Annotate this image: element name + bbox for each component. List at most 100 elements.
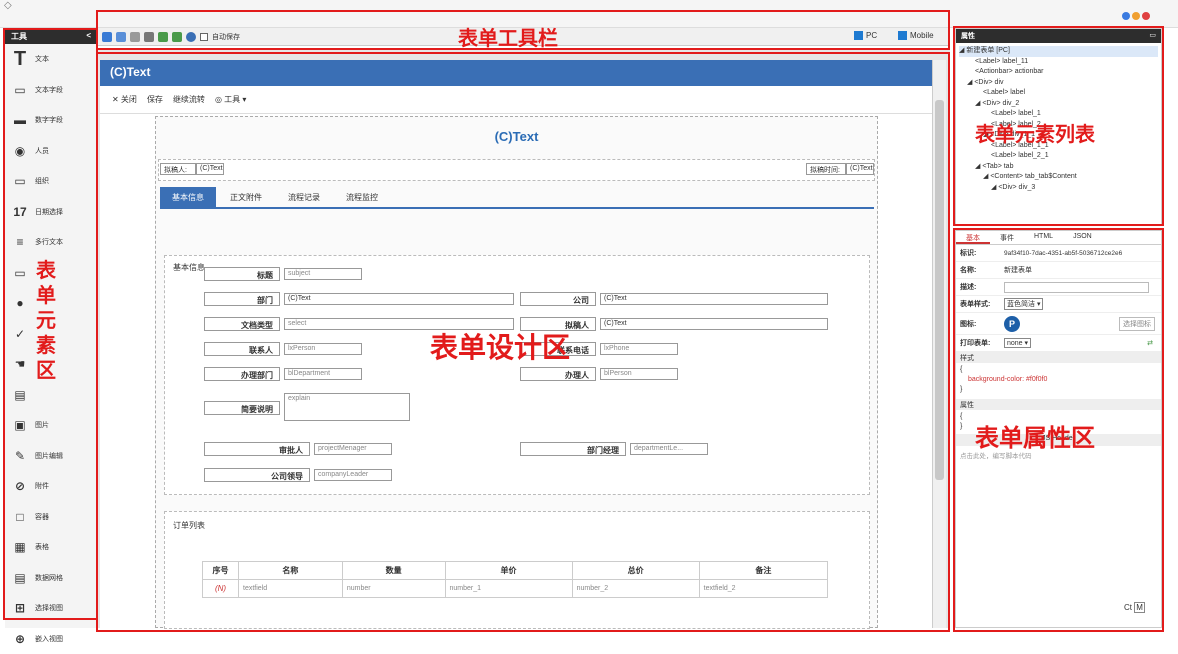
tree-node[interactable]: ◢ 新建表单 [PC] [959, 46, 1158, 57]
remark-cell[interactable]: textfield_2 [699, 580, 827, 598]
footer-ct[interactable]: Ct [1124, 603, 1132, 612]
price-cell[interactable]: number_1 [445, 580, 572, 598]
title-label: 标题 [204, 267, 280, 281]
close-button[interactable]: ✕ 关闭 [112, 94, 137, 105]
tool-item[interactable]: ✎图片编辑 [5, 441, 97, 472]
tool-label: 组织 [35, 176, 49, 186]
leader-field[interactable]: companyLeader [314, 469, 392, 481]
tab-attachment[interactable]: 正文附件 [218, 187, 274, 207]
tool-item[interactable]: T文本 [5, 44, 97, 75]
tab-flow-record[interactable]: 流程记录 [276, 187, 332, 207]
maximize-dot-icon[interactable] [1132, 12, 1140, 20]
form-page[interactable]: (C)Text 拟稿人: (C)Text 拟稿时间: (C)Text 基本信息 … [155, 116, 878, 628]
save-icon[interactable] [116, 32, 126, 42]
form-icon: P [1004, 316, 1020, 332]
tool-item[interactable]: ⊕嵌入视图 [5, 624, 97, 654]
print-select[interactable]: none ▾ [1004, 338, 1031, 348]
footer-m[interactable]: M [1134, 602, 1145, 613]
import-icon[interactable] [158, 32, 168, 42]
tree-node[interactable]: ◢ <Content> tab_tab$Content [959, 172, 1158, 183]
choose-icon-button[interactable]: 选择图标 [1119, 317, 1155, 331]
pc-icon [854, 31, 863, 40]
tool-item[interactable]: ≡多行文本 [5, 227, 97, 258]
company-field[interactable]: (C)Text [600, 293, 828, 305]
close-dot-icon[interactable] [1142, 12, 1150, 20]
tree-node[interactable]: ◢ <Tab> tab [959, 162, 1158, 173]
mobile-mode-button[interactable]: Mobile [898, 31, 934, 40]
css-open: { [960, 365, 1157, 375]
tree-node[interactable]: <Label> label [959, 88, 1158, 99]
tool-item[interactable]: ◉人员 [5, 136, 97, 167]
desc-field[interactable]: explain [284, 393, 410, 421]
total-cell[interactable]: number_2 [572, 580, 699, 598]
collapse-icon[interactable]: < [86, 31, 91, 41]
phone-field[interactable]: lxPhone [600, 343, 678, 355]
refresh-icon[interactable]: ⇄ [1147, 339, 1153, 347]
tool-item[interactable]: ⊘附件 [5, 471, 97, 502]
form-actionbar: ✕ 关闭 保存 继续流转 ◎ 工具 ▾ [100, 86, 932, 114]
tab-basic-props[interactable]: 基本 [956, 231, 990, 244]
tools-button[interactable]: ◎ 工具 ▾ [215, 94, 246, 105]
name-cell[interactable]: textfield [239, 580, 343, 598]
title-field[interactable]: subject [284, 268, 362, 280]
tree-node[interactable]: <Label> label_11 [959, 57, 1158, 68]
tool-item[interactable]: ▤ [5, 380, 97, 411]
name-value[interactable]: 新建表单 [1004, 265, 1032, 275]
tree-node[interactable]: <Actionbar> actionbar [959, 67, 1158, 78]
css-editor[interactable]: { background-color: #f0f0f0 } [956, 363, 1161, 399]
dept-field[interactable]: (C)Text [284, 293, 514, 305]
tool-item[interactable]: 17日期选择 [5, 197, 97, 228]
tool-item[interactable]: ▬数字字段 [5, 105, 97, 136]
print-row: 打印表单:none ▾ ⇄ [956, 335, 1161, 352]
quantity-cell[interactable]: number [342, 580, 445, 598]
tool-item[interactable]: ⊞选择视图 [5, 593, 97, 624]
print-label: 打印表单: [960, 338, 1004, 348]
drafter-label: 拟稿人: [160, 163, 196, 175]
approver-field[interactable]: projectMenager [314, 443, 392, 455]
drafttime-value[interactable]: (C)Text [846, 163, 874, 175]
print-icon[interactable] [144, 32, 154, 42]
tool-item[interactable]: ▦表格 [5, 532, 97, 563]
css-line: background-color: #f0f0f0 [960, 375, 1157, 385]
style-select[interactable]: 蓝色简洁 ▾ [1004, 298, 1043, 310]
preview-icon[interactable] [130, 32, 140, 42]
desc-input[interactable] [1004, 282, 1149, 293]
tool-item[interactable]: □容器 [5, 502, 97, 533]
header-cell: 总价 [572, 562, 699, 580]
save-button[interactable]: 保存 [147, 94, 163, 105]
tool-label: 表格 [35, 542, 49, 552]
tab-basic[interactable]: 基本信息 [160, 187, 216, 207]
export-icon[interactable] [172, 32, 182, 42]
tab-json[interactable]: JSON [1063, 231, 1102, 244]
minimize-dot-icon[interactable] [1122, 12, 1130, 20]
drafter-field[interactable]: (C)Text [600, 318, 828, 330]
continue-flow-button[interactable]: 继续流转 [173, 94, 205, 105]
tree-node[interactable]: ◢ <Div> div_3 [959, 183, 1158, 194]
autosave-checkbox[interactable] [200, 33, 208, 41]
id-row: 标识:9af34f10-7dac-4351-ab5f-5036712ce2e6 [956, 245, 1161, 262]
scroll-thumb[interactable] [935, 100, 944, 480]
office-field[interactable]: blDepartment [284, 368, 362, 380]
design-scrollbar[interactable] [932, 60, 946, 628]
tree-node[interactable]: ◢ <Div> div [959, 78, 1158, 89]
tab-html[interactable]: HTML [1024, 231, 1063, 244]
tree-node[interactable]: ◢ <Div> div_2 [959, 99, 1158, 110]
help-icon[interactable] [186, 32, 196, 42]
new-icon[interactable] [102, 32, 112, 42]
maximize-icon[interactable]: ▭ [1149, 31, 1156, 41]
tool-icon: ⊕ [11, 631, 29, 647]
pc-mode-button[interactable]: PC [854, 31, 877, 40]
header-row [158, 159, 875, 181]
contact-field[interactable]: lxPerson [284, 343, 362, 355]
tool-item[interactable]: ▭组织 [5, 166, 97, 197]
tree-node[interactable]: <Label> label_2_1 [959, 151, 1158, 162]
tool-item[interactable]: ▣图片 [5, 410, 97, 441]
deptmgr-field[interactable]: departmentLe... [630, 443, 708, 455]
tab-events[interactable]: 事件 [990, 231, 1024, 244]
tab-flow-monitor[interactable]: 流程监控 [334, 187, 390, 207]
handler-field[interactable]: blPerson [600, 368, 678, 380]
drafter-value[interactable]: (C)Text [196, 163, 224, 175]
drafttime-label: 拟稿时间: [806, 163, 846, 175]
tool-item[interactable]: ▭文本字段 [5, 75, 97, 106]
tool-item[interactable]: ▤数据网格 [5, 563, 97, 594]
